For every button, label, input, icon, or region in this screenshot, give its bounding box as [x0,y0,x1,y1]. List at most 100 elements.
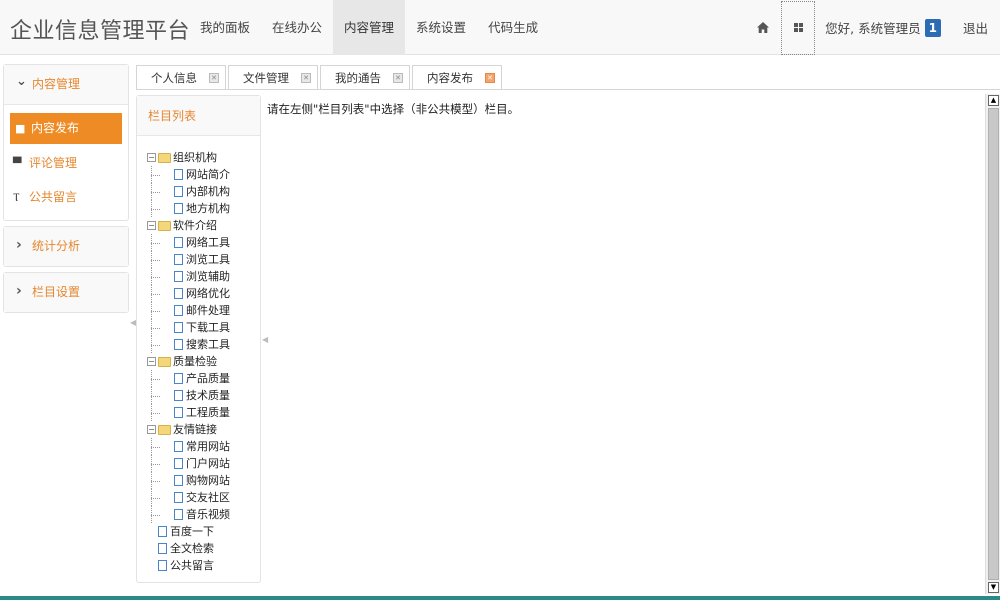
tab[interactable]: 我的通告 ✕ [320,65,410,89]
tree-leaf-node[interactable]: 公共留言 [147,557,230,574]
tree-leaf-node[interactable]: 常用网站 [147,438,230,455]
tree-node-label: 组织机构 [173,151,217,164]
tab[interactable]: 内容发布 ✕ [412,65,502,89]
tree-node-label: 常用网站 [186,440,230,453]
column-tree-panel: 栏目列表 − 组织机构 网站简介 内部机构 地方机构 − 软件介绍 网络工具 浏览工具 浏览辅助网… [136,95,261,583]
chevron-right-icon: › [16,237,22,253]
file-icon [174,237,183,248]
file-icon [158,560,167,571]
sidebar-item[interactable]: Ⲧ 公共留言 [4,182,128,213]
tree-node-label: 网站简介 [186,168,230,181]
tree-node-label: 软件介绍 [173,219,217,232]
tab-label: 文件管理 [243,70,289,85]
sidebar-section-header[interactable]: ⌄ 内容管理 [4,65,128,104]
tree-leaf-node[interactable]: 地方机构 [147,200,230,217]
sidebar-section-header[interactable]: › 栏目设置 [4,273,128,312]
tree-leaf-node[interactable]: 网络工具 [147,234,230,251]
tree-leaf-node[interactable]: 音乐视频 [147,506,230,523]
sidebar-item-label: 内容发布 [31,121,80,135]
file-icon [174,169,183,180]
tree-node-label: 音乐视频 [186,508,230,521]
tree-folder-node[interactable]: − 友情链接 [147,421,230,438]
tree-node-label: 工程质量 [186,406,230,419]
top-navbar: 企业信息管理平台 我的面板 在线办公 内容管理 系统设置 代码生成 您好, 系统管理员 … [0,0,1000,55]
sidebar-item[interactable]: ■ 内容发布 [10,113,122,144]
tree-folder-node[interactable]: − 质量检验 [147,353,230,370]
tree-node-label: 质量检验 [173,355,217,368]
sidebar-section: ⌄ 内容管理 ■ 内容发布 ▀ 评论管理 Ⲧ 公共留言 [3,64,129,221]
tree-node-label: 全文检索 [170,542,214,555]
left-sidebar: ⌄ 内容管理 ■ 内容发布 ▀ 评论管理 Ⲧ 公共留言 › 统计分析 › 栏目设置 [3,64,129,318]
tree-leaf-node[interactable]: 购物网站 [147,472,230,489]
collapse-toggle-icon[interactable]: − [147,425,156,434]
file-icon [174,458,183,469]
tree-leaf-node[interactable]: 浏览工具 [147,251,230,268]
tab-close-icon[interactable]: ✕ [393,72,403,83]
collapse-toggle-icon[interactable]: − [147,357,156,366]
home-button[interactable] [745,0,781,55]
tree-node-label: 购物网站 [186,474,230,487]
sidebar-section-header[interactable]: › 统计分析 [4,227,128,266]
tab-close-icon[interactable]: ✕ [301,72,311,83]
tab-bar: 个人信息 ✕ 文件管理 ✕ 我的通告 ✕ 内容发布 ✕ [136,65,504,89]
file-icon [174,186,183,197]
tree-node-label: 百度一下 [170,525,214,538]
main-menu: 我的面板 在线办公 内容管理 系统设置 代码生成 [189,0,549,55]
tab-close-icon[interactable]: ✕ [209,72,219,83]
vertical-scrollbar[interactable]: ▲ ▼ [985,94,1000,594]
tree-leaf-node[interactable]: 技术质量 [147,387,230,404]
tree-leaf-node[interactable]: 网站简介 [147,166,230,183]
tab[interactable]: 文件管理 ✕ [228,65,318,89]
tree-leaf-node[interactable]: 浏览辅助 [147,268,230,285]
grid-icon [793,23,803,32]
nav-item[interactable]: 代码生成 [477,0,549,55]
logout-link[interactable]: 退出 [949,18,1000,37]
collapse-toggle-icon[interactable]: − [147,221,156,230]
collapse-tree-arrow-icon[interactable]: ◀ [262,335,268,344]
tree-leaf-node[interactable]: 门户网站 [147,455,230,472]
tree-leaf-node[interactable]: 工程质量 [147,404,230,421]
tree-node-label: 技术质量 [186,389,230,402]
sidebar-item[interactable]: ▀ 评论管理 [4,148,128,179]
tree-node-label: 门户网站 [186,457,230,470]
tab[interactable]: 个人信息 ✕ [136,65,226,89]
user-menu[interactable]: 您好, 系统管理员 1 [825,18,941,37]
content-hint: 请在左侧"栏目列表"中选择（非公共模型）栏目。 [267,102,520,116]
tree-leaf-node[interactable]: 交友社区 [147,489,230,506]
notification-badge: 1 [924,18,941,37]
app-grid-button[interactable] [781,0,816,55]
file-icon [174,254,183,265]
tab-close-icon[interactable]: ✕ [485,72,495,83]
tree-leaf-node[interactable]: 百度一下 [147,523,230,540]
tree-node-label: 网络优化 [186,287,230,300]
tree-leaf-node[interactable]: 邮件处理 [147,302,230,319]
tree-leaf-node[interactable]: 下载工具 [147,319,230,336]
filter-icon: Ⲧ [13,191,20,204]
chevron-right-icon: › [16,283,22,299]
comment-icon: ▀ [13,157,22,170]
nav-item[interactable]: 系统设置 [405,0,477,55]
file-icon [174,407,183,418]
tree-leaf-node[interactable]: 网络优化 [147,285,230,302]
tree-folder-node[interactable]: − 软件介绍 [147,217,230,234]
nav-item[interactable]: 在线办公 [261,0,333,55]
nav-item[interactable]: 我的面板 [189,0,261,55]
scroll-thumb[interactable] [988,108,999,580]
tree-leaf-node[interactable]: 搜索工具 [147,336,230,353]
folder-icon [158,220,171,231]
tree-node-label: 邮件处理 [186,304,230,317]
scroll-up-icon[interactable]: ▲ [988,95,999,106]
tree-folder-node[interactable]: − 组织机构 [147,149,230,166]
nav-item[interactable]: 内容管理 [333,0,406,55]
tree-leaf-node[interactable]: 产品质量 [147,370,230,387]
tree-node-label: 公共留言 [170,559,214,572]
file-icon [174,271,183,282]
scroll-down-icon[interactable]: ▼ [988,582,999,593]
sidebar-section-label: 统计分析 [32,239,81,253]
tree-leaf-node[interactable]: 内部机构 [147,183,230,200]
file-icon [174,373,183,384]
tree-leaf-node[interactable]: 全文检索 [147,540,230,557]
file-icon [174,475,183,486]
collapse-toggle-icon[interactable]: − [147,153,156,162]
tab-label: 内容发布 [427,70,473,85]
